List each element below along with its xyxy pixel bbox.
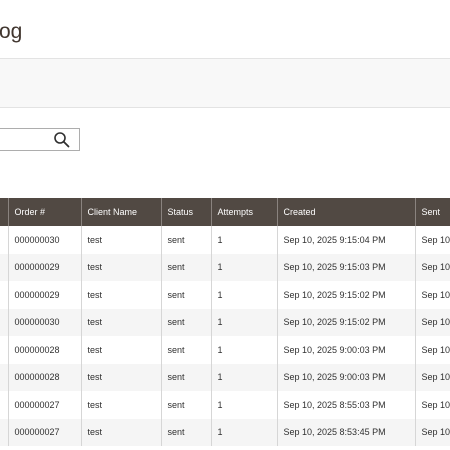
cell-order: 000000030	[7, 226, 81, 254]
data-grid: Order # Client Name Status Attempts Crea…	[0, 198, 450, 446]
cell-client-name: test	[80, 391, 161, 419]
cell-created: Sep 10, 2025 9:15:02 PM	[276, 281, 415, 309]
cell-attempts: 1	[210, 418, 277, 446]
cell-sent: Sep 10	[414, 336, 450, 364]
cell-attempts: 1	[210, 363, 277, 391]
cell-status: sent	[160, 226, 211, 254]
column-header-attempts[interactable]: Attempts	[210, 198, 277, 226]
table-row[interactable]: 000000028 test sent 1 Sep 10, 2025 9:00:03 P…	[0, 336, 450, 364]
cell-sent: Sep 10	[414, 363, 450, 391]
cell-sent: Sep 10	[414, 391, 450, 419]
cell-select	[0, 363, 8, 391]
cell-client-name: test	[80, 336, 161, 364]
cell-select	[0, 308, 8, 336]
grid-header-row: Order # Client Name Status Attempts Crea…	[0, 198, 450, 226]
cell-created: Sep 10, 2025 9:15:02 PM	[276, 308, 415, 336]
column-header-created[interactable]: Created	[276, 198, 415, 226]
cell-sent: Sep 10	[414, 281, 450, 309]
cell-status: sent	[160, 253, 211, 281]
cell-created: Sep 10, 2025 9:15:03 PM	[276, 253, 415, 281]
cell-order: 000000030	[7, 308, 81, 336]
cell-select	[0, 418, 8, 446]
cell-status: sent	[160, 308, 211, 336]
cell-select	[0, 253, 8, 281]
cell-client-name: test	[80, 418, 161, 446]
table-row[interactable]: 000000028 test sent 1 Sep 10, 2025 9:00:03 P…	[0, 363, 450, 391]
cell-attempts: 1	[210, 391, 277, 419]
cell-select	[0, 226, 8, 254]
column-header-order[interactable]: Order #	[7, 198, 81, 226]
cell-order: 000000027	[7, 391, 81, 419]
column-header-sent[interactable]: Sent	[414, 198, 450, 226]
cell-created: Sep 10, 2025 9:15:04 PM	[276, 226, 415, 254]
cell-status: sent	[160, 281, 211, 309]
search-input[interactable]	[0, 128, 80, 151]
cell-status: sent	[160, 336, 211, 364]
cell-status: sent	[160, 418, 211, 446]
page-title: og	[0, 20, 23, 43]
cell-attempts: 1	[210, 281, 277, 309]
table-row[interactable]: 000000027 test sent 1 Sep 10, 2025 8:53:45 P…	[0, 418, 450, 446]
column-header-status[interactable]: Status	[160, 198, 211, 226]
cell-order: 000000029	[7, 253, 81, 281]
table-row[interactable]: 000000030 test sent 1 Sep 10, 2025 9:15:02 P…	[0, 308, 450, 336]
cell-client-name: test	[80, 253, 161, 281]
column-header-client-name[interactable]: Client Name	[80, 198, 161, 226]
cell-client-name: test	[80, 308, 161, 336]
toolbar-band	[0, 58, 450, 108]
cell-client-name: test	[80, 226, 161, 254]
cell-sent: Sep 10	[414, 253, 450, 281]
cell-attempts: 1	[210, 226, 277, 254]
cell-created: Sep 10, 2025 9:00:03 PM	[276, 363, 415, 391]
cell-order: 000000028	[7, 363, 81, 391]
cell-client-name: test	[80, 281, 161, 309]
cell-sent: Sep 10	[414, 308, 450, 336]
cell-select	[0, 391, 8, 419]
table-row[interactable]: 000000029 test sent 1 Sep 10, 2025 9:15:03 P…	[0, 253, 450, 281]
cell-select	[0, 281, 8, 309]
table-row[interactable]: 000000029 test sent 1 Sep 10, 2025 9:15:02 P…	[0, 281, 450, 309]
table-row[interactable]: 000000030 test sent 1 Sep 10, 2025 9:15:04 P…	[0, 226, 450, 254]
cell-client-name: test	[80, 363, 161, 391]
cell-created: Sep 10, 2025 8:55:03 PM	[276, 391, 415, 419]
table-row[interactable]: 000000027 test sent 1 Sep 10, 2025 8:55:03 P…	[0, 391, 450, 419]
search-icon[interactable]	[53, 131, 71, 149]
cell-select	[0, 336, 8, 364]
cell-attempts: 1	[210, 308, 277, 336]
cell-order: 000000027	[7, 418, 81, 446]
cell-status: sent	[160, 391, 211, 419]
column-header-select[interactable]	[0, 198, 8, 226]
cell-sent: Sep 10	[414, 226, 450, 254]
cell-created: Sep 10, 2025 8:53:45 PM	[276, 418, 415, 446]
cell-order: 000000028	[7, 336, 81, 364]
cell-status: sent	[160, 363, 211, 391]
cell-sent: Sep 10	[414, 418, 450, 446]
cell-attempts: 1	[210, 336, 277, 364]
cell-attempts: 1	[210, 253, 277, 281]
cell-order: 000000029	[7, 281, 81, 309]
cell-created: Sep 10, 2025 9:00:03 PM	[276, 336, 415, 364]
